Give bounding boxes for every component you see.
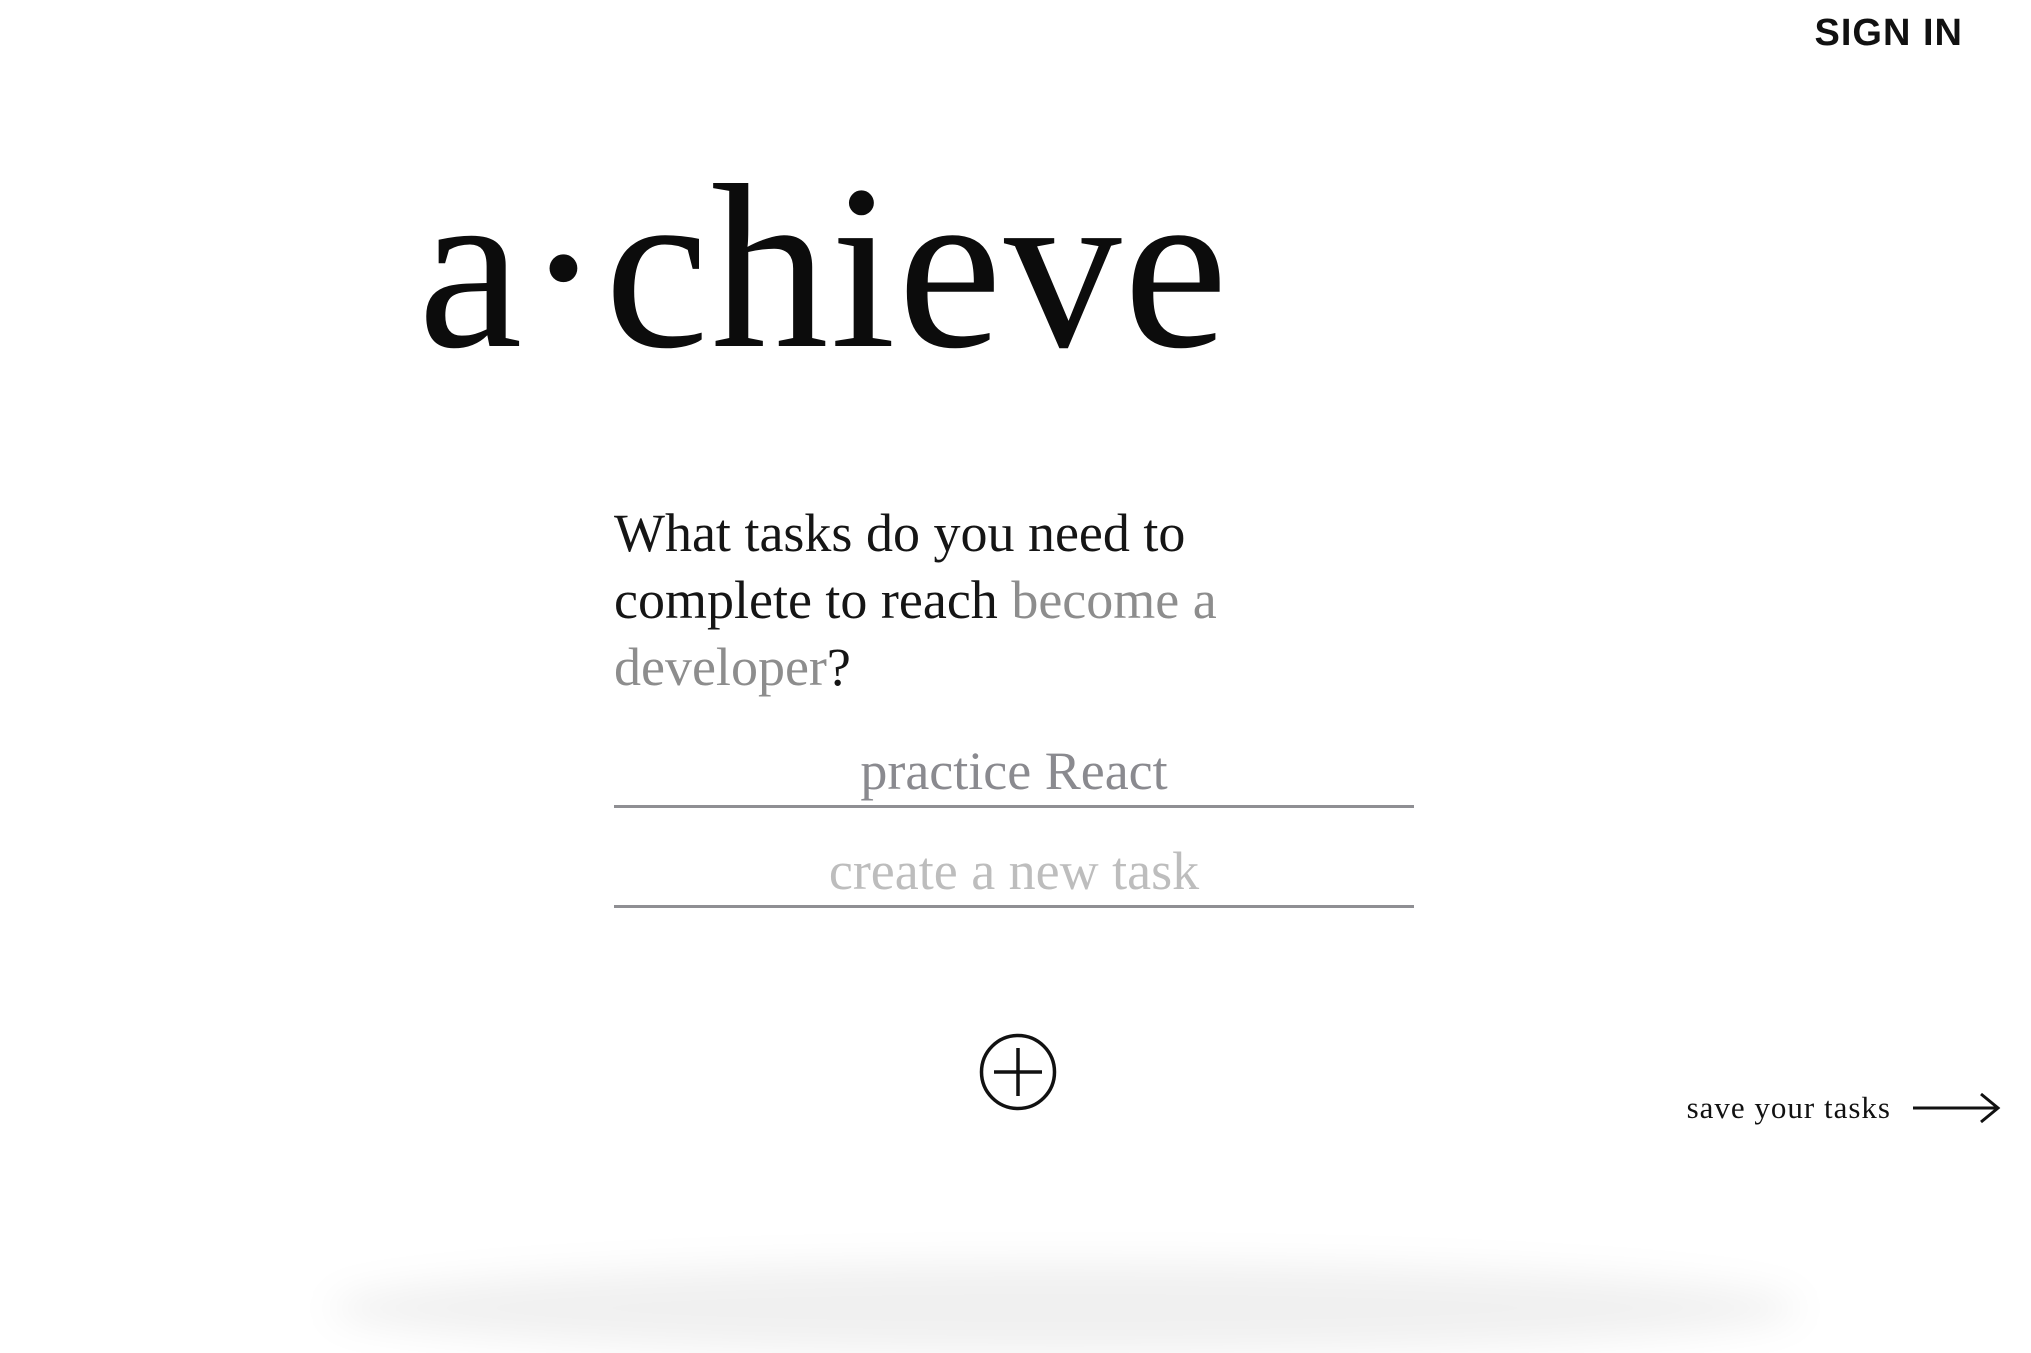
new-task-input[interactable]: [614, 838, 1414, 908]
plus-circle-icon: [979, 1033, 1057, 1111]
bottom-shadow: [330, 1263, 1800, 1353]
goal-prompt: What tasks do you need to complete to re…: [614, 500, 1354, 701]
add-task-button[interactable]: [979, 1033, 1057, 1111]
save-tasks-link[interactable]: save your tasks: [1687, 1090, 2001, 1126]
arrow-right-icon: [1913, 1092, 2001, 1124]
prompt-question-mark: ?: [826, 637, 851, 697]
save-tasks-label: save your tasks: [1686, 1090, 1891, 1125]
logo: a·chieve: [418, 137, 1230, 397]
task-input-existing[interactable]: [614, 738, 1414, 808]
sign-in-button[interactable]: SIGN IN: [1815, 12, 1963, 55]
